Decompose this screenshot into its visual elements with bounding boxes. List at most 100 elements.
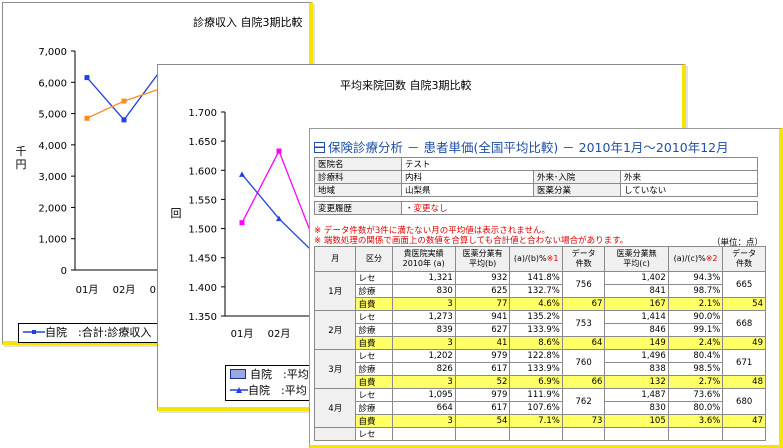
table-cell: 診療 bbox=[355, 362, 393, 376]
data-point bbox=[239, 220, 245, 226]
y-tick-label: 1,000 bbox=[38, 235, 67, 246]
table-cell: 6.9% bbox=[509, 375, 563, 389]
table-cell: 1,202 bbox=[391, 349, 456, 363]
table-cell: 149 bbox=[604, 336, 669, 350]
table-cell: 98.7% bbox=[667, 284, 724, 298]
table-cell: 132 bbox=[604, 375, 669, 389]
table-cell: 54 bbox=[722, 297, 766, 311]
y-tick-label: 1.600 bbox=[188, 166, 217, 177]
table-row: 診療 839 627 133.9% 846 99.1% bbox=[315, 323, 766, 337]
table-cell: レセ bbox=[355, 388, 393, 402]
table-cell: 67 bbox=[561, 297, 606, 311]
table-cell: 3.6% bbox=[667, 414, 724, 428]
legend-line-icon bbox=[23, 330, 45, 334]
x-tick-label: 02月 bbox=[268, 328, 291, 340]
table-row: 1月 レセ 1,321 932 141.8% 756 1,402 94.3% 665 bbox=[313, 271, 766, 311]
table-cell: 1,496 bbox=[604, 349, 669, 363]
data-point bbox=[239, 171, 245, 177]
table-cell: 1,273 bbox=[391, 310, 456, 324]
table-cell: 133.9% bbox=[509, 323, 563, 337]
table-cell: 846 bbox=[604, 323, 669, 337]
table-cell: 1,487 bbox=[604, 388, 669, 402]
table-cell: 3 bbox=[391, 414, 456, 428]
y-tick-label: 3,000 bbox=[38, 172, 67, 183]
y-tick-label: 5,000 bbox=[38, 110, 67, 121]
table-cell: 診療 bbox=[355, 401, 393, 415]
table-cell: 1,402 bbox=[604, 271, 669, 285]
x-tick-label: 01月 bbox=[231, 328, 254, 340]
table-row: 自費 3 41 8.6% 64 149 2.4% 49 bbox=[315, 336, 766, 350]
table-row: 4月 レセ 1,095 979 111.9% 762 1,487 73.6% 680 bbox=[313, 388, 766, 428]
notes: ※ データ件数が3件に満たない月の平均値は表示されません。 ※ 端数処理の関係で… bbox=[314, 226, 629, 246]
table-row: 診療 664 617 107.6% 830 80.0% bbox=[315, 401, 766, 415]
table-cell: 80.0% bbox=[667, 401, 724, 415]
y-tick-label: 1.650 bbox=[188, 137, 217, 148]
table-row: 自費 3 77 4.6% 67 167 2.1% 54 bbox=[315, 297, 766, 311]
table-row: レセ bbox=[313, 427, 766, 441]
table-cell: 52 bbox=[454, 375, 511, 389]
x-tick-label: 02月 bbox=[113, 284, 136, 296]
y-tick-label: 1.450 bbox=[188, 254, 217, 265]
data-point bbox=[121, 117, 127, 123]
y-tick-label: 1.700 bbox=[188, 108, 217, 119]
table-cell: 839 bbox=[391, 323, 456, 337]
table-cell: 122.8% bbox=[509, 349, 563, 363]
table-cell: 99.1% bbox=[667, 323, 724, 337]
y-tick-label: 7,000 bbox=[38, 47, 67, 58]
table-row: 2月 レセ 1,273 941 135.2% 753 1,414 90.0% 668 bbox=[313, 310, 766, 350]
y-tick-label: 6,000 bbox=[38, 78, 67, 89]
table-cell: 2月 bbox=[313, 310, 357, 350]
table-cell: 760 bbox=[561, 349, 606, 376]
table-cell: 625 bbox=[454, 284, 511, 298]
table-cell: 73.6% bbox=[667, 388, 724, 402]
table-cell: 80.4% bbox=[667, 349, 724, 363]
table-cell: 2.4% bbox=[667, 336, 724, 350]
table-cell: 自費 bbox=[355, 375, 393, 389]
table-cell: 2.7% bbox=[667, 375, 724, 389]
data-point bbox=[84, 115, 90, 121]
table-row: 診療 826 617 133.9% 838 98.5% bbox=[315, 362, 766, 376]
comparison-table: 月 区分 貴医院実績 2010年 (a) 医薬分業有 平均(b) (a)/(b)%※… bbox=[313, 246, 766, 441]
table-cell: 64 bbox=[561, 336, 606, 350]
table-cell: 3月 bbox=[313, 349, 357, 389]
table-cell: 41 bbox=[454, 336, 511, 350]
table-cell: 671 bbox=[722, 349, 766, 376]
table-cell: レセ bbox=[355, 427, 393, 441]
table-cell: 77 bbox=[454, 297, 511, 311]
table-cell: 自費 bbox=[355, 297, 393, 311]
table-cell: 7.1% bbox=[509, 414, 563, 428]
table-cell: 自費 bbox=[355, 414, 393, 428]
table-cell: 830 bbox=[604, 401, 669, 415]
table-cell: 617 bbox=[454, 401, 511, 415]
data-point bbox=[276, 148, 282, 154]
table-cell: 1月 bbox=[313, 271, 357, 311]
table-cell: 73 bbox=[561, 414, 606, 428]
visits-chart-legend: 自院 :平均 自院 :平均 bbox=[225, 365, 317, 401]
table-cell: 48 bbox=[722, 375, 766, 389]
series-line bbox=[86, 69, 162, 121]
table-cell: 838 bbox=[604, 362, 669, 376]
y-axis-label: 千円 bbox=[16, 145, 27, 171]
y-tick-label: 1.350 bbox=[188, 312, 217, 323]
table-cell: 680 bbox=[722, 388, 766, 415]
table-cell: 4月 bbox=[313, 388, 357, 428]
table-cell: 979 bbox=[454, 388, 511, 402]
table-cell: 90.0% bbox=[667, 310, 724, 324]
y-tick-label: 4,000 bbox=[38, 141, 67, 152]
series-line bbox=[241, 149, 317, 247]
y-tick-label: 2,000 bbox=[38, 203, 67, 214]
table-cell: 135.2% bbox=[509, 310, 563, 324]
y-tick-label: 1.400 bbox=[188, 283, 217, 294]
table-cell: 826 bbox=[391, 362, 456, 376]
analysis-window: 保険診療分析 － 患者単価(全国平均比較) － 2010年1月～2010年12月… bbox=[309, 128, 783, 448]
table-cell: 941 bbox=[454, 310, 511, 324]
table-cell: 979 bbox=[454, 349, 511, 363]
table-cell: 3 bbox=[391, 336, 456, 350]
table-cell: 1,095 bbox=[391, 388, 456, 402]
table-cell: 756 bbox=[561, 271, 606, 298]
table-row: 自費 3 54 7.1% 73 105 3.6% 47 bbox=[315, 414, 766, 428]
data-point bbox=[121, 98, 127, 104]
table-cell: 8.6% bbox=[509, 336, 563, 350]
table-cell: 54 bbox=[454, 414, 511, 428]
table-cell: 2.1% bbox=[667, 297, 724, 311]
